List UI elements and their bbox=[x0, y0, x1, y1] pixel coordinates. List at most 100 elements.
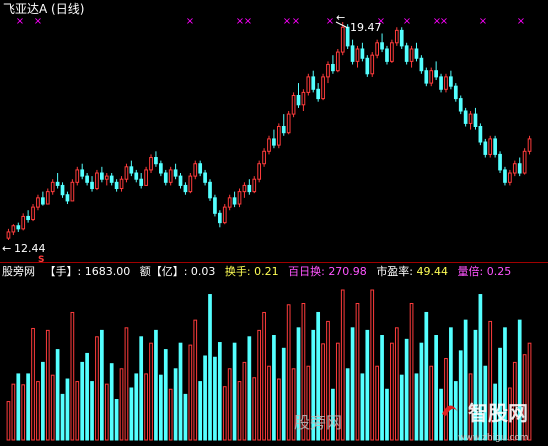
volume-bar bbox=[424, 311, 429, 441]
candlestick bbox=[168, 166, 173, 186]
candlestick bbox=[237, 188, 242, 208]
volume-bar bbox=[434, 335, 438, 441]
candlestick bbox=[95, 169, 99, 191]
volume-bar-body bbox=[380, 335, 384, 441]
volume-bar bbox=[163, 349, 168, 441]
candlestick bbox=[306, 73, 311, 96]
candle-body bbox=[345, 26, 350, 47]
volume-bar bbox=[370, 289, 375, 441]
volume-bar bbox=[31, 327, 35, 441]
candle-body bbox=[104, 175, 109, 180]
volume-bar bbox=[375, 365, 380, 441]
volume-bar-body bbox=[129, 387, 134, 441]
volume-bar-body bbox=[36, 381, 40, 441]
volume-bar-body bbox=[404, 338, 409, 441]
x-signal-marker: × bbox=[403, 16, 411, 27]
candle-body bbox=[252, 178, 257, 193]
candlestick bbox=[75, 166, 80, 186]
info-volume-ratio-value: 0.25 bbox=[487, 265, 512, 278]
candle-body bbox=[414, 48, 419, 59]
candlestick bbox=[424, 67, 429, 87]
volume-bar bbox=[119, 368, 124, 441]
candle-body bbox=[45, 191, 50, 205]
candle-body bbox=[85, 175, 89, 183]
volume-bar-body bbox=[149, 342, 153, 441]
volume-bar-body bbox=[119, 368, 124, 441]
candle-body bbox=[55, 181, 60, 186]
volume-bar bbox=[227, 368, 232, 441]
candle-body bbox=[409, 48, 414, 62]
candle-body bbox=[306, 76, 311, 93]
volume-bar bbox=[385, 388, 389, 441]
candle-body bbox=[257, 163, 262, 180]
volume-bar bbox=[429, 365, 434, 441]
candlestick bbox=[267, 135, 271, 155]
volume-bar-body bbox=[203, 355, 207, 441]
volume-bar bbox=[390, 342, 394, 441]
volume-bar bbox=[95, 336, 99, 441]
volume-bar bbox=[444, 358, 448, 441]
candle-body bbox=[267, 138, 271, 152]
volume-bar bbox=[522, 354, 527, 441]
volume-bar-body bbox=[458, 350, 463, 441]
candlestick bbox=[478, 123, 483, 146]
candlestick bbox=[286, 110, 291, 135]
candle-body bbox=[262, 150, 266, 165]
volume-bar bbox=[262, 311, 266, 441]
candlestick bbox=[419, 55, 424, 74]
candle-body bbox=[242, 184, 247, 193]
candle-body bbox=[70, 181, 75, 202]
volume-bar bbox=[498, 347, 502, 441]
candle-body bbox=[139, 178, 144, 186]
volume-bar bbox=[394, 327, 399, 441]
info-hundred-day-label: 百日换: bbox=[288, 264, 328, 278]
candle-body bbox=[178, 175, 183, 186]
kline-chart-window[interactable]: 飞亚达A (日线) × × × × × × × × × × ×× × × ← 19.47 ← 12.44… bbox=[0, 0, 548, 446]
candle-body bbox=[385, 48, 389, 62]
candlestick bbox=[193, 160, 198, 180]
candle-body bbox=[321, 76, 325, 100]
volume-bar-body bbox=[168, 388, 173, 441]
volume-bar-body bbox=[50, 374, 55, 441]
volume-bar-body bbox=[281, 347, 286, 441]
candle-body bbox=[335, 51, 340, 72]
volume-bar bbox=[449, 327, 453, 441]
sell-signal-marker: S bbox=[38, 255, 44, 265]
volume-bar bbox=[11, 383, 16, 441]
volume-bar-body bbox=[429, 365, 434, 441]
candlestick bbox=[321, 73, 325, 101]
volume-bar bbox=[242, 361, 247, 441]
candle-body bbox=[124, 166, 129, 180]
volume-bar bbox=[399, 374, 404, 441]
brand-watermark-text: 智股网 bbox=[468, 401, 528, 425]
candlestick bbox=[370, 52, 375, 77]
volume-bar-body bbox=[55, 349, 60, 441]
candle-body bbox=[326, 63, 330, 78]
candle-body bbox=[183, 184, 188, 193]
candle-body bbox=[100, 172, 104, 180]
volume-bar bbox=[453, 381, 458, 441]
info-volume-ratio-label: 量倍: bbox=[458, 264, 487, 278]
candle-body bbox=[419, 57, 424, 72]
candle-body bbox=[453, 85, 458, 100]
volume-bar-body bbox=[100, 329, 104, 441]
volume-bar-body bbox=[390, 342, 394, 441]
candlestick bbox=[503, 166, 507, 186]
volume-bar-body bbox=[80, 361, 85, 441]
volume-bar bbox=[36, 381, 40, 441]
low-arrow-glyph: ← bbox=[2, 242, 11, 255]
volume-bar bbox=[65, 378, 70, 441]
candle-body bbox=[444, 76, 448, 90]
candlestick bbox=[522, 148, 527, 175]
candle-body bbox=[193, 163, 198, 177]
volume-bar bbox=[60, 393, 65, 441]
volume-bar bbox=[45, 329, 50, 441]
volume-bar bbox=[350, 327, 355, 441]
candle-body bbox=[154, 157, 158, 165]
volume-bar bbox=[276, 378, 281, 441]
volume-bar bbox=[365, 329, 370, 441]
volume-bar-body bbox=[21, 384, 26, 441]
candlestick bbox=[375, 39, 380, 59]
candlestick bbox=[463, 107, 468, 127]
volume-bar-body bbox=[286, 304, 291, 441]
